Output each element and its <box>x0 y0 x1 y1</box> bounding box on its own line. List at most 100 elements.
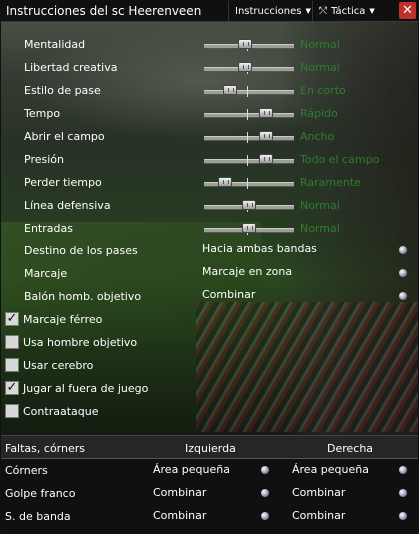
checkbox[interactable]: ✓ <box>5 312 19 326</box>
slider-thumb[interactable] <box>242 200 256 210</box>
slider-row: Mentalidad Normal <box>1 35 418 55</box>
checkbox-label: Usar cerebro <box>23 359 94 372</box>
slider-row: Estilo de pase En corto <box>1 81 418 101</box>
dropdown-value[interactable]: Hacia ambas bandas <box>202 242 317 255</box>
slider-thumb[interactable] <box>218 177 232 187</box>
dropdown-row[interactable]: Destino de los pases Hacia ambas bandas <box>1 240 418 260</box>
slider-thumb[interactable] <box>223 85 237 95</box>
slider-thumb[interactable] <box>259 108 273 118</box>
set-piece-label: Golpe franco <box>5 487 76 500</box>
set-piece-row: S. de banda Combinar Combinar <box>1 505 418 527</box>
slider-label: Línea defensiva <box>24 199 111 212</box>
dropdown-arrow-icon[interactable] <box>399 512 407 520</box>
set-piece-left-select[interactable]: Área pequeña <box>153 463 230 476</box>
dropdown-value[interactable]: Marcaje en zona <box>202 265 292 278</box>
slider-row: Abrir el campo Ancho <box>1 127 418 147</box>
dropdown-label: Destino de los pases <box>24 244 138 257</box>
instructions-menu-button[interactable]: Instrucciones ▼ <box>228 1 312 21</box>
dropdown-value[interactable]: Combinar <box>202 288 255 301</box>
checkbox-row[interactable]: Usar cerebro <box>5 356 205 376</box>
title-bar: Instrucciones del sc Heerenveen Instrucc… <box>1 1 418 22</box>
slider-thumb[interactable] <box>238 62 252 72</box>
dropdown-arrow-icon[interactable] <box>399 246 407 254</box>
column-left-header: Izquierda <box>185 442 236 455</box>
checkbox[interactable] <box>5 358 19 372</box>
checkbox-label: Usa hombre objetivo <box>23 336 138 349</box>
slider-label: Abrir el campo <box>24 130 105 143</box>
chevron-down-icon: ▼ <box>305 7 311 15</box>
slider-center-mark <box>247 155 248 166</box>
team-instructions-window: Instrucciones del sc Heerenveen Instrucc… <box>0 0 419 534</box>
tactic-arrows-icon: ⤲ <box>319 5 327 17</box>
checkbox[interactable]: ✓ <box>5 381 19 395</box>
slider-thumb[interactable] <box>259 154 273 164</box>
slider-value: Normal <box>300 61 340 74</box>
slider-row: Perder tiempo Raramente <box>1 173 418 193</box>
set-piece-label: S. de banda <box>5 510 71 523</box>
checkbox-label: Marcaje férreo <box>23 313 103 326</box>
set-piece-left-select[interactable]: Combinar <box>153 486 206 499</box>
checkbox-label: Jugar al fuera de juego <box>23 382 149 395</box>
slider-value: Raramente <box>300 176 361 189</box>
dropdown-row[interactable]: Marcaje Marcaje en zona <box>1 263 418 283</box>
slider-value: Normal <box>300 38 340 51</box>
slider-row: Entradas Normal <box>1 219 418 239</box>
slider-center-mark <box>247 86 248 97</box>
window-title: Instrucciones del sc Heerenveen <box>6 4 202 18</box>
checkbox-row[interactable]: ✓ Marcaje férreo <box>5 310 205 330</box>
slider-label: Estilo de pase <box>24 84 101 97</box>
dropdown-arrow-icon[interactable] <box>261 512 269 520</box>
close-button[interactable]: ✕ <box>399 2 416 19</box>
slider-thumb[interactable] <box>259 131 273 141</box>
slider-thumb[interactable] <box>242 223 256 233</box>
slider-value: En corto <box>300 84 346 97</box>
slider-value: Normal <box>300 199 340 212</box>
dropdown-label: Marcaje <box>24 267 68 280</box>
checkbox-row[interactable]: Contraataque <box>5 402 205 422</box>
dropdown-arrow-icon[interactable] <box>399 269 407 277</box>
slider-row: Libertad creativa Normal <box>1 58 418 78</box>
set-piece-row: Golpe franco Combinar Combinar <box>1 482 418 504</box>
checkbox[interactable] <box>5 335 19 349</box>
set-pieces-panel: Faltas, córners Izquierda Derecha Córner… <box>1 435 418 533</box>
checkbox-row[interactable]: Usa hombre objetivo <box>5 333 205 353</box>
set-piece-right-select[interactable]: Combinar <box>292 509 345 522</box>
slider-row: Presión Todo el campo <box>1 150 418 170</box>
column-right-header: Derecha <box>327 442 374 455</box>
slider-track[interactable] <box>204 90 294 95</box>
tactic-menu-button[interactable]: ⤲ Táctica ▼ <box>312 1 384 21</box>
dropdown-arrow-icon[interactable] <box>261 466 269 474</box>
slider-label: Presión <box>24 153 64 166</box>
slider-label: Tempo <box>24 107 61 120</box>
slider-track[interactable] <box>204 159 294 164</box>
set-pieces-header: Faltas, córners Izquierda Derecha <box>1 435 418 459</box>
slider-track[interactable] <box>204 136 294 141</box>
dropdown-row[interactable]: Balón homb. objetivo Combinar <box>1 286 418 306</box>
slider-track[interactable] <box>204 113 294 118</box>
slider-row: Tempo Rápido <box>1 104 418 124</box>
checkbox-row[interactable]: ✓ Jugar al fuera de juego <box>5 379 205 399</box>
slider-row: Línea defensiva Normal <box>1 196 418 216</box>
slider-label: Entradas <box>24 222 73 235</box>
set-piece-right-select[interactable]: Combinar <box>292 486 345 499</box>
slider-value: Rápido <box>300 107 338 120</box>
dropdown-arrow-icon[interactable] <box>399 292 407 300</box>
set-piece-right-select[interactable]: Área pequeña <box>292 463 369 476</box>
chevron-down-icon: ▼ <box>369 7 375 15</box>
slider-center-mark <box>247 132 248 143</box>
slider-value: Ancho <box>300 130 335 143</box>
slider-thumb[interactable] <box>238 39 252 49</box>
set-piece-left-select[interactable]: Combinar <box>153 509 206 522</box>
dropdown-arrow-icon[interactable] <box>399 489 407 497</box>
slider-label: Perder tiempo <box>24 176 102 189</box>
dropdown-arrow-icon[interactable] <box>261 489 269 497</box>
slider-label: Libertad creativa <box>24 61 118 74</box>
instructions-menu-label: Instrucciones <box>235 5 302 17</box>
dropdown-arrow-icon[interactable] <box>399 466 407 474</box>
set-piece-label: Córners <box>5 464 48 477</box>
tactic-menu-label: Táctica <box>331 5 366 17</box>
slider-center-mark <box>247 178 248 189</box>
checkbox[interactable] <box>5 404 19 418</box>
set-pieces-title: Faltas, córners <box>5 442 85 455</box>
slider-label: Mentalidad <box>24 38 86 51</box>
